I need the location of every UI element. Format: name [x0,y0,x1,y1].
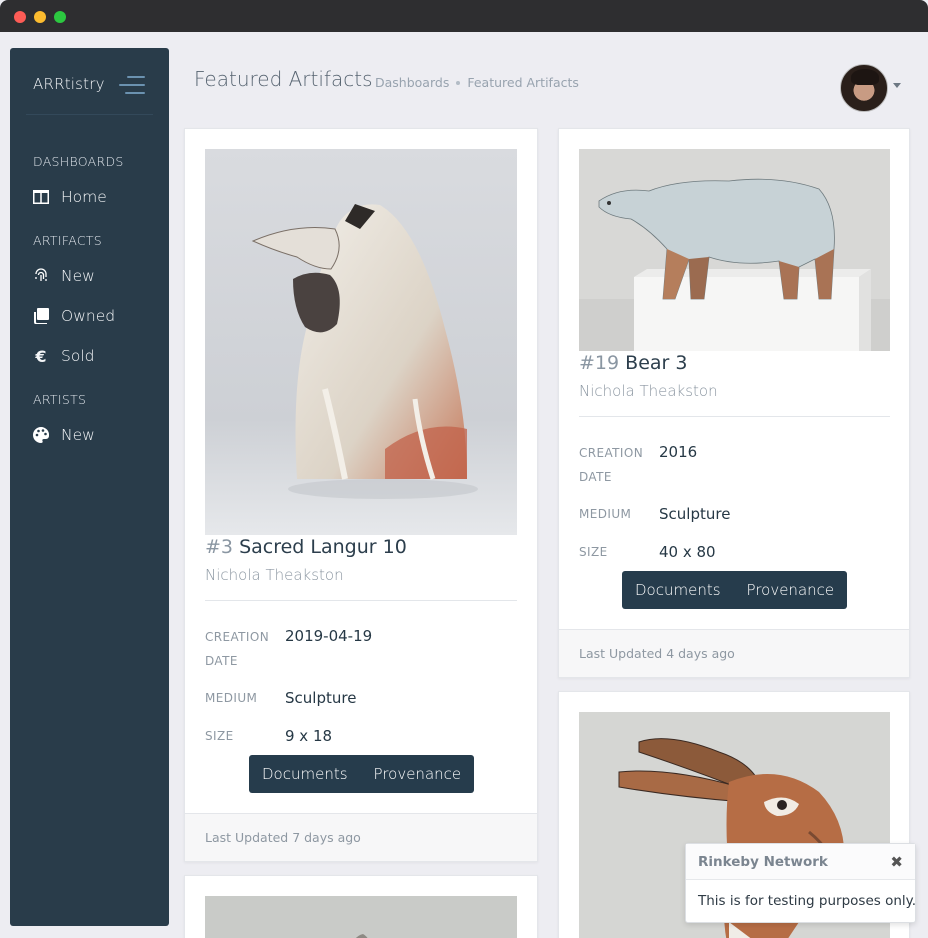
avatar[interactable] [840,64,888,112]
sidebar-item-label: Home [61,188,107,206]
page-title: Featured Artifacts [194,67,373,91]
breadcrumb-featured-artifacts: Featured Artifacts [467,75,579,90]
close-icon[interactable]: ✖ [890,853,903,871]
minimize-window-button[interactable] [34,11,46,23]
chevron-down-icon[interactable] [893,83,901,88]
action-button-group: Documents Provenance [622,571,848,609]
section-label-artifacts: ARTIFACTS [33,233,103,248]
copy-icon [33,308,49,324]
divider [579,416,890,417]
artifact-title[interactable]: #3 Sacred Langur 10 [205,536,407,558]
provenance-button[interactable]: Provenance [361,755,475,793]
notification-message: This is for testing purposes only. [698,893,916,909]
section-label-artists: ARTISTS [33,392,87,407]
sidebar-item-label: New [61,267,95,285]
action-button-group: Documents Provenance [249,755,475,793]
card-footer: Last Updated 4 days ago [559,629,909,677]
close-window-button[interactable] [14,11,26,23]
sidebar-item-new-artifact[interactable]: New [33,264,95,288]
sidebar-item-owned[interactable]: Owned [33,304,115,328]
creation-date-value: 2016 [659,443,698,461]
medium-value: Sculpture [285,689,357,707]
brand-name[interactable]: ARRtistry [33,75,105,93]
sidebar-item-label: Owned [61,307,116,325]
medium-label: MEDIUM [579,507,632,521]
sidebar-item-sold[interactable]: € Sold [33,344,94,368]
card-footer: Last Updated 7 days ago [185,813,537,861]
artifact-card: #3 Sacred Langur 10 Nichola Theakston CR… [184,128,538,862]
size-value: 40 x 80 [659,543,716,561]
documents-button[interactable]: Documents [249,755,361,793]
sidebar-item-label: New [61,426,95,444]
section-label-dashboards: DASHBOARDS [33,154,124,169]
palette-icon [33,427,49,443]
artifact-name: Bear 3 [625,352,688,374]
sidebar-item-home[interactable]: Home [33,185,107,209]
size-value: 9 x 18 [285,727,333,745]
artifact-artist[interactable]: Nichola Theakston [205,566,344,584]
creation-date-value: 2019-04-19 [285,627,373,645]
maximize-window-button[interactable] [54,11,66,23]
size-label: SIZE [205,729,234,743]
artifact-name: Sacred Langur 10 [239,536,407,558]
size-label: SIZE [579,545,608,559]
artifact-image[interactable] [205,896,517,938]
breadcrumb-dashboards[interactable]: Dashboards [375,75,449,90]
network-notification: Rinkeby Network ✖ This is for testing pu… [685,843,916,923]
sidebar-item-label: Sold [61,347,95,365]
notification-title: Rinkeby Network [698,853,828,870]
columns-icon [33,189,49,205]
artifact-card [184,875,538,938]
divider [205,600,517,601]
window-titlebar [0,0,928,32]
menu-toggle-icon[interactable] [119,76,145,96]
artifact-card: #19 Bear 3 Nichola Theakston CREATION DA… [558,128,910,678]
euro-icon: € [35,346,47,366]
sidebar: ARRtistry DASHBOARDS Home ARTIFACTS New … [10,48,169,926]
notification-header: Rinkeby Network ✖ [686,844,915,880]
documents-button[interactable]: Documents [622,571,734,609]
medium-label: MEDIUM [205,691,258,705]
artifact-image[interactable] [579,149,890,351]
breadcrumb: Dashboards Featured Artifacts [375,75,579,90]
medium-value: Sculpture [659,505,731,523]
artifact-number: #19 [579,352,620,374]
artifact-title[interactable]: #19 Bear 3 [579,352,687,374]
artifact-number: #3 [205,536,234,558]
provenance-button[interactable]: Provenance [734,571,848,609]
creation-date-label: CREATION DATE [579,446,644,484]
creation-date-label: CREATION DATE [205,630,270,668]
fingerprint-icon [33,268,49,284]
divider [26,114,153,115]
breadcrumb-separator [456,80,461,85]
artifact-artist[interactable]: Nichola Theakston [579,382,718,400]
artifact-image[interactable] [205,149,517,535]
sidebar-item-new-artist[interactable]: New [33,423,95,447]
